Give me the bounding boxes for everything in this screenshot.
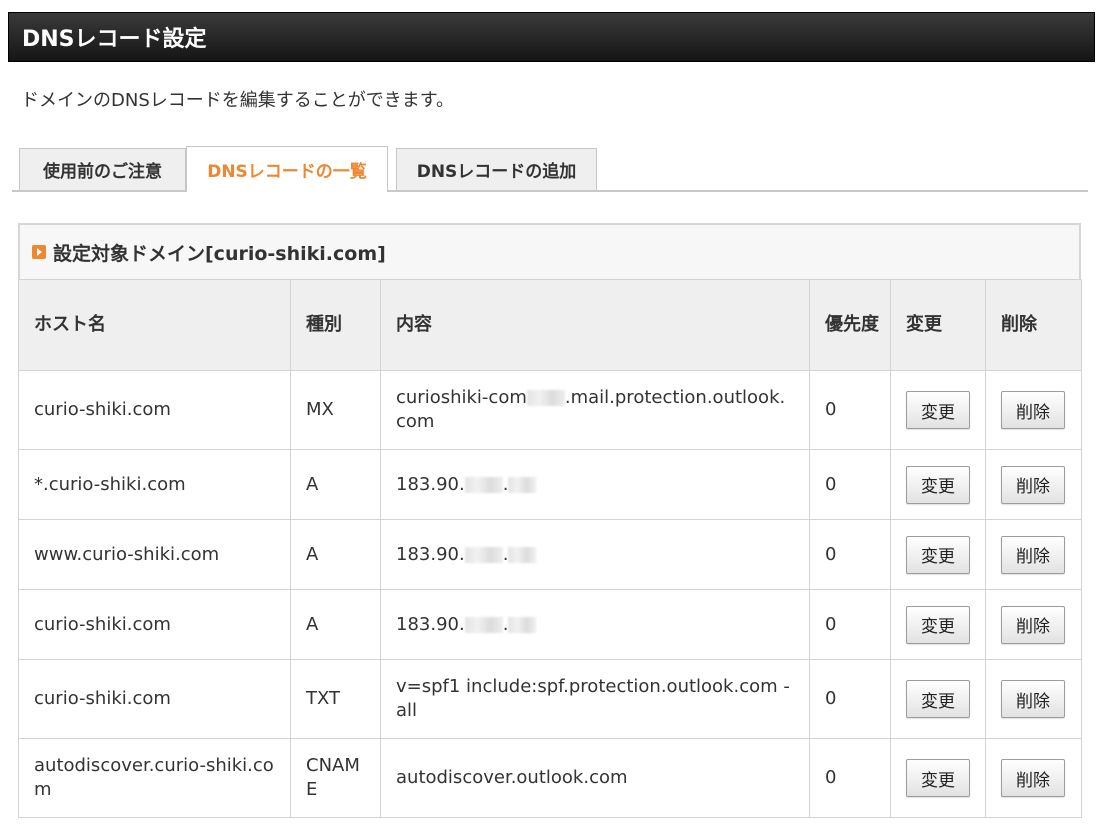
redacted-value <box>508 616 537 633</box>
edit-button[interactable]: 変更 <box>906 605 970 644</box>
table-row: curio-shiki.com TXT v=spf1 include:spf.p… <box>18 659 1082 739</box>
page-title: DNSレコード設定 <box>22 27 207 52</box>
edit-button[interactable]: 変更 <box>906 680 970 718</box>
dns-record-panel: 設定対象ドメイン[curio-shiki.com] ホスト名 種別 内容 優先度… <box>18 223 1082 818</box>
redacted-value <box>526 390 565 406</box>
cell-content: 183.90.. <box>380 449 810 520</box>
cell-edit: 変更 <box>890 370 986 450</box>
cell-priority: 0 <box>809 589 891 660</box>
cell-host: autodiscover.curio-shiki.com <box>18 738 291 818</box>
cell-priority: 0 <box>809 449 891 520</box>
tab-precautions[interactable]: 使用前のご注意 <box>19 148 186 190</box>
dns-record-table: ホスト名 種別 内容 優先度 変更 削除 curio-shiki.com MX … <box>18 279 1082 818</box>
cell-priority: 0 <box>809 659 891 739</box>
cell-delete: 削除 <box>985 738 1082 818</box>
cell-delete: 削除 <box>985 589 1082 660</box>
redacted-value <box>508 546 537 563</box>
edit-button[interactable]: 変更 <box>906 759 970 797</box>
content-text: 183.90. <box>396 473 465 495</box>
cell-edit: 変更 <box>890 659 986 739</box>
cell-type: A <box>290 519 381 590</box>
page-description: ドメインのDNSレコードを編集することができます。 <box>21 90 454 111</box>
cell-host: www.curio-shiki.com <box>18 519 291 590</box>
cell-priority: 0 <box>809 738 891 818</box>
redacted-value <box>508 476 537 493</box>
cell-content: v=spf1 include:spf.protection.outlook.co… <box>380 659 810 739</box>
cell-host: curio-shiki.com <box>18 370 291 450</box>
edit-button[interactable]: 変更 <box>906 535 970 574</box>
cell-priority: 0 <box>809 519 891 590</box>
header-content: 内容 <box>380 279 810 371</box>
table-row: *.curio-shiki.com A 183.90.. 0 変更 削除 <box>18 449 1082 520</box>
delete-button[interactable]: 削除 <box>1001 465 1065 504</box>
cell-type: MX <box>290 370 381 450</box>
edit-button[interactable]: 変更 <box>906 465 970 504</box>
delete-button[interactable]: 削除 <box>1001 535 1065 574</box>
cell-delete: 削除 <box>985 659 1082 739</box>
tab-dns-record-list[interactable]: DNSレコードの一覧 <box>186 146 388 192</box>
tab-bar: 使用前のご注意 DNSレコードの一覧 DNSレコードの追加 <box>12 146 1088 192</box>
cell-type: TXT <box>290 659 381 739</box>
cell-type: CNAME <box>290 738 381 818</box>
panel-header: 設定対象ドメイン[curio-shiki.com] <box>18 223 1081 279</box>
cell-content: 183.90.. <box>380 589 810 660</box>
header-type: 種別 <box>290 279 381 371</box>
cell-content: curioshiki-com .mail.protection.outlook.c… <box>380 370 810 450</box>
redacted-value <box>464 546 503 563</box>
redacted-value <box>464 616 503 633</box>
cell-content: autodiscover.outlook.com <box>380 738 810 818</box>
content-text: v=spf1 include:spf.protection.outlook.co… <box>396 676 790 721</box>
cell-delete: 削除 <box>985 370 1082 450</box>
cell-type: A <box>290 449 381 520</box>
header-edit: 変更 <box>890 279 986 371</box>
cell-host: curio-shiki.com <box>18 659 291 739</box>
cell-delete: 削除 <box>985 449 1082 520</box>
delete-button[interactable]: 削除 <box>1001 391 1065 429</box>
cell-host: curio-shiki.com <box>18 589 291 660</box>
cell-priority: 0 <box>809 370 891 450</box>
cell-host: *.curio-shiki.com <box>18 449 291 520</box>
delete-button[interactable]: 削除 <box>1001 680 1065 718</box>
header-priority: 優先度 <box>809 279 891 371</box>
cell-edit: 変更 <box>890 519 986 590</box>
table-row: www.curio-shiki.com A 183.90.. 0 変更 削除 <box>18 519 1082 590</box>
cell-edit: 変更 <box>890 589 986 660</box>
table-row: curio-shiki.com A 183.90.. 0 変更 削除 <box>18 589 1082 660</box>
play-arrow-icon <box>32 245 46 259</box>
cell-edit: 変更 <box>890 738 986 818</box>
table-row: curio-shiki.com MX curioshiki-com .mail.p… <box>18 370 1082 450</box>
cell-delete: 削除 <box>985 519 1082 590</box>
cell-content: 183.90.. <box>380 519 810 590</box>
content-text: 183.90. <box>396 543 465 565</box>
tab-dns-record-add[interactable]: DNSレコードの追加 <box>396 148 597 190</box>
delete-button[interactable]: 削除 <box>1001 759 1065 797</box>
page-title-bar: DNSレコード設定 <box>8 12 1095 62</box>
header-host: ホスト名 <box>18 279 291 371</box>
cell-edit: 変更 <box>890 449 986 520</box>
redacted-value <box>464 476 503 493</box>
cell-type: A <box>290 589 381 660</box>
target-domain-heading: 設定対象ドメイン[curio-shiki.com] <box>53 242 386 265</box>
content-text: 183.90. <box>396 613 465 635</box>
table-row: autodiscover.curio-shiki.com CNAME autod… <box>18 738 1082 818</box>
header-delete: 削除 <box>985 279 1082 371</box>
edit-button[interactable]: 変更 <box>906 391 970 429</box>
delete-button[interactable]: 削除 <box>1001 605 1065 644</box>
content-text: curioshiki-com <box>396 387 527 408</box>
table-header-row: ホスト名 種別 内容 優先度 変更 削除 <box>18 279 1082 371</box>
content-text: autodiscover.outlook.com <box>396 767 628 788</box>
